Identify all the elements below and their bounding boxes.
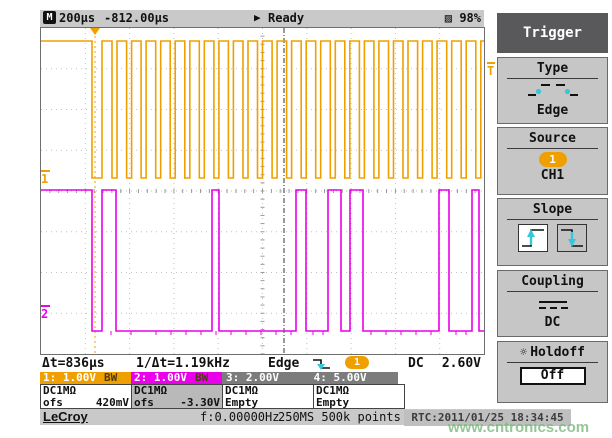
ch1-header[interactable]: 1: 1.00V BW (40, 372, 131, 384)
trigger-type-button[interactable]: Type Edge (497, 57, 608, 124)
ch3-scale: 3: 2.00V (226, 371, 279, 384)
battery-level: 98% (459, 11, 481, 25)
top-status-bar: M 200µs -812.00µs ▶ Ready ▨ 98% (40, 10, 484, 27)
trigger-type-label: Edge (268, 356, 299, 371)
timebase-mode-icon: M (43, 11, 56, 24)
run-status-icon: ▶ (254, 11, 261, 24)
acquisition-status: Ready (268, 11, 304, 25)
rising-slope-icon[interactable] (518, 224, 548, 252)
gear-icon: ☼ (520, 345, 527, 359)
ch2-ofs-value: -3.30V (180, 397, 220, 409)
frequency-counter: f:0.00000Hz (200, 410, 279, 424)
trigger-holdoff-button[interactable]: ☼Holdoff Off (497, 341, 608, 403)
trigger-delay-value: -812.00µs (104, 11, 169, 25)
trigger-menu-title-label: Trigger (523, 25, 582, 41)
trigger-coupling-value: DC (408, 356, 424, 371)
trigger-level-marker[interactable]: T (487, 62, 495, 77)
trigger-menu-title: Trigger (497, 13, 608, 53)
divider (507, 291, 598, 292)
edge-type-icon (498, 82, 607, 103)
coupling-label: Coupling (498, 271, 607, 289)
timebase-value: 200µs (59, 11, 95, 25)
measurement-bar: Δt=836µs 1/Δt=1.19kHz Edge 1 DC 2.60V (40, 355, 484, 372)
channel-header-strip: 1: 1.00V BW 2: 1.00V BW 3: 2.00V 4: 5.00V (40, 372, 484, 384)
ch1-ofs-value: 420mV (96, 397, 129, 409)
divider (507, 219, 598, 220)
divider (507, 78, 598, 79)
divider (507, 148, 598, 149)
ch1-scale: 1: 1.00V (43, 371, 96, 384)
trigger-marker-label: T (487, 64, 494, 78)
trigger-coupling-button[interactable]: Coupling DC (497, 270, 608, 337)
source-label: Source (498, 128, 607, 146)
delta-t-value: Δt=836µs (42, 356, 105, 371)
holdoff-label: Holdoff (530, 345, 585, 360)
source-value: CH1 (498, 168, 607, 183)
trigger-slope-button[interactable]: Slope (497, 198, 608, 266)
ch1-bw-flag: BW (104, 371, 117, 384)
ch2-header[interactable]: 2: 1.00V BW (131, 372, 222, 384)
ch4-info-box[interactable]: DC1MΩ Empty (313, 384, 405, 409)
ch2-info-box[interactable]: DC1MΩ ofs-3.30V (131, 384, 223, 409)
type-label: Type (498, 58, 607, 76)
ch1-level-marker[interactable]: 1 (41, 170, 50, 185)
ch1-info-box[interactable]: DC1MΩ ofs420mV (40, 384, 132, 409)
ch4-scale: 4: 5.00V (314, 371, 367, 384)
ch2-ofs-label: ofs (134, 397, 154, 409)
coupling-value: DC (498, 315, 607, 330)
ch2-bw-flag: BW (195, 371, 208, 384)
inverse-delta-t-value: 1/Δt=1.19kHz (136, 356, 230, 371)
brand-logo: LeCroy (43, 409, 88, 424)
slope-label: Slope (498, 199, 607, 217)
falling-slope-icon[interactable] (557, 224, 587, 252)
ch3-status: Empty (225, 397, 258, 409)
waveform-display (40, 27, 485, 355)
ch1-marker-label: 1 (41, 172, 48, 186)
divider (507, 362, 598, 363)
ch3-info-box[interactable]: DC1MΩ Empty (222, 384, 314, 409)
holdoff-value-box[interactable]: Off (520, 367, 586, 385)
ch1-ofs-label: ofs (43, 397, 63, 409)
source-channel-badge: 1 (539, 152, 567, 167)
ch4-status: Empty (316, 397, 349, 409)
trigger-level-value: 2.60V (442, 356, 481, 371)
trigger-source-badge: 1 (345, 356, 369, 369)
dc-coupling-icon (498, 296, 607, 315)
type-value: Edge (498, 103, 607, 118)
ch2-scale: 2: 1.00V (134, 371, 187, 384)
ch2-level-marker[interactable]: 2 (41, 305, 50, 320)
brightness-icon: ▨ (445, 11, 452, 25)
trigger-source-button[interactable]: Source 1 CH1 (497, 127, 608, 195)
ch34-header[interactable]: 3: 2.00V 4: 5.00V (222, 372, 398, 384)
watermark: www.cntronics.com (448, 419, 589, 436)
ch2-marker-label: 2 (41, 307, 48, 321)
sample-rate-info: 250MS 500k points (278, 410, 401, 424)
